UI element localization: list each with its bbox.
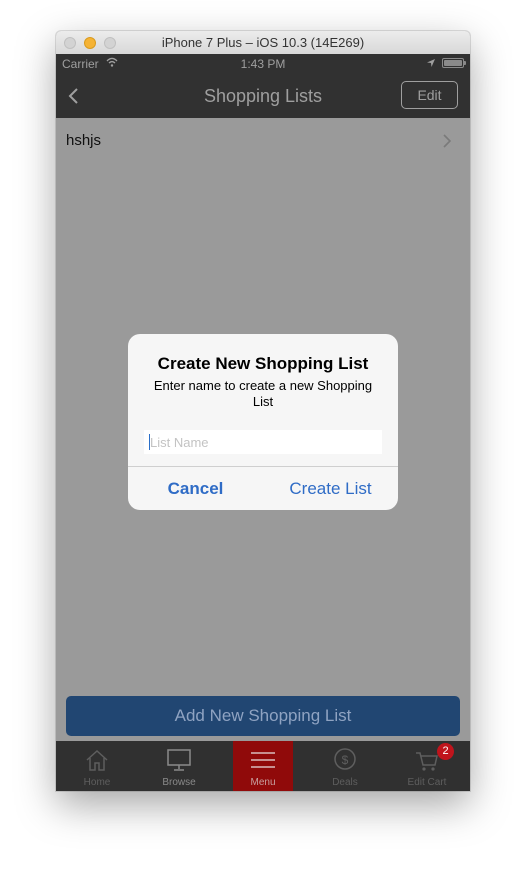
chevron-right-icon xyxy=(443,134,452,148)
window-titlebar: iPhone 7 Plus – iOS 10.3 (14E269) xyxy=(56,31,470,55)
tab-edit-cart-label: Edit Cart xyxy=(407,777,447,788)
dollar-coin-icon: $ xyxy=(334,748,356,770)
tab-browse-label: Browse xyxy=(162,777,196,788)
tab-home-label: Home xyxy=(83,777,111,788)
cancel-button[interactable]: Cancel xyxy=(128,467,263,510)
list-item-name: hshjs xyxy=(66,132,102,149)
home-icon xyxy=(86,749,108,771)
tab-menu[interactable]: Menu xyxy=(233,741,293,791)
hamburger-menu-icon xyxy=(251,752,275,768)
tab-edit-cart[interactable]: 2 Edit Cart xyxy=(386,741,468,791)
text-cursor xyxy=(149,434,150,450)
cart-count-badge: 2 xyxy=(437,743,454,760)
tab-deals[interactable]: $ Deals xyxy=(304,741,386,791)
status-bar: Carrier 1:43 PM xyxy=(56,54,470,74)
tab-browse[interactable]: Browse xyxy=(138,741,220,791)
navigation-bar: Shopping Lists Edit xyxy=(56,74,470,118)
battery-icon xyxy=(442,58,466,68)
simulator-window: iPhone 7 Plus – iOS 10.3 (14E269) Carrie… xyxy=(56,31,470,791)
monitor-icon xyxy=(167,749,191,771)
tab-home[interactable]: Home xyxy=(56,741,138,791)
list-name-input[interactable] xyxy=(144,430,382,454)
phone-screen: Carrier 1:43 PM Shopping Lists Edit hshj… xyxy=(56,54,470,791)
tab-deals-label: Deals xyxy=(332,777,358,788)
dialog-title: Create New Shopping List xyxy=(157,354,369,373)
status-time: 1:43 PM xyxy=(240,57,286,71)
list-item[interactable]: hshjs xyxy=(56,118,470,162)
create-list-dialog: Create New Shopping List Enter name to c… xyxy=(128,334,398,510)
location-arrow-icon xyxy=(427,59,435,67)
add-new-shopping-list-button[interactable]: Add New Shopping List xyxy=(66,696,460,736)
create-list-button[interactable]: Create List xyxy=(263,467,398,510)
dialog-message: Enter name to create a new Shopping List xyxy=(153,378,373,409)
tab-bar: Home Browse Menu $ Deals 2 Edit Cart xyxy=(56,741,470,791)
window-title: iPhone 7 Plus – iOS 10.3 (14E269) xyxy=(161,35,365,50)
tab-menu-label: Menu xyxy=(250,777,276,788)
edit-button[interactable]: Edit xyxy=(401,81,458,109)
svg-text:$: $ xyxy=(342,753,349,767)
